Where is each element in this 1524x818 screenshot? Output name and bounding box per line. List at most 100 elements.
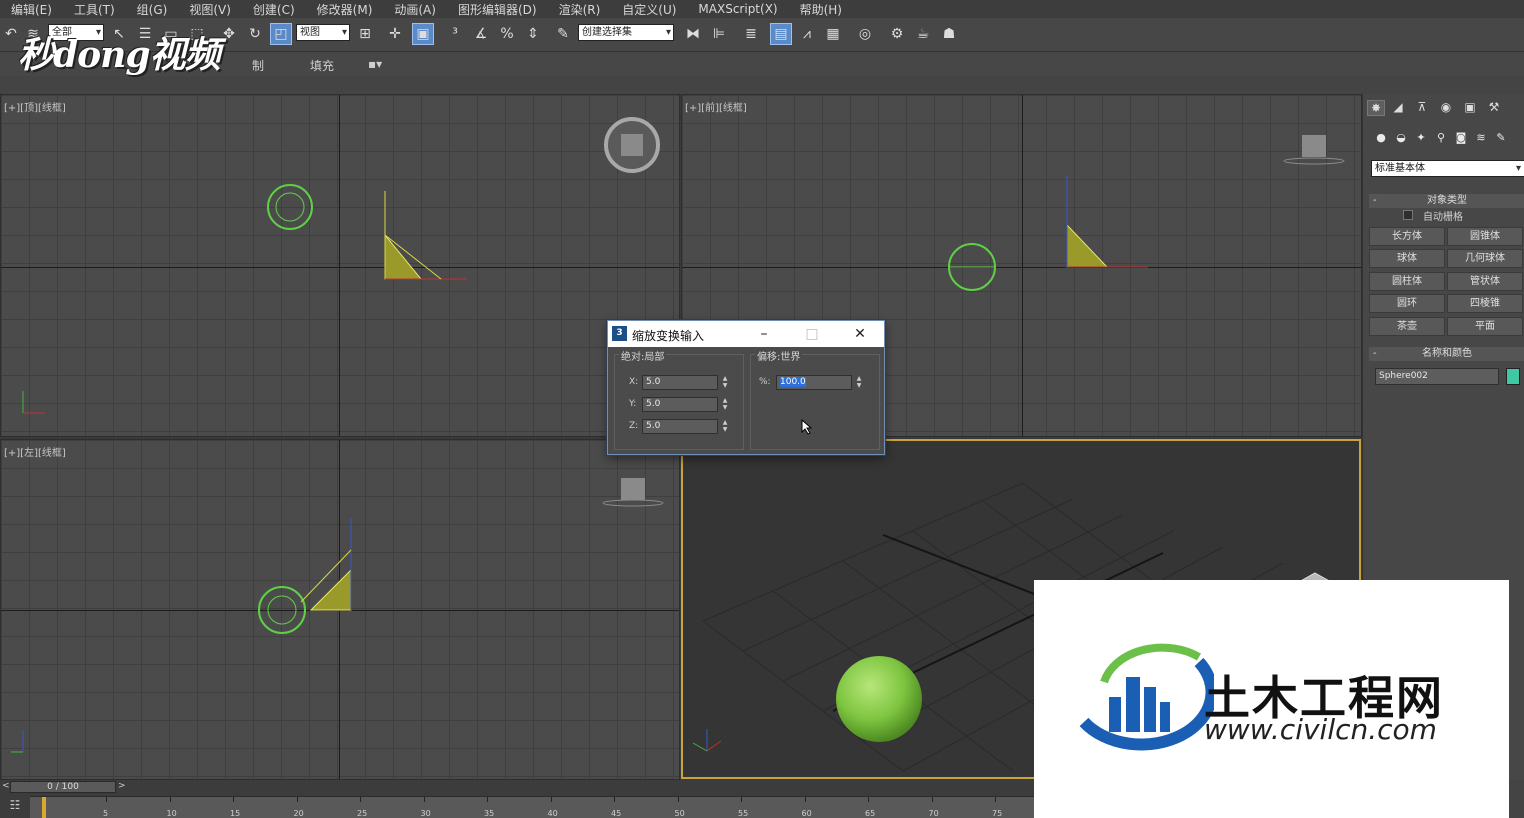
display-tab-icon[interactable]: ▣	[1461, 100, 1479, 116]
object-name-field[interactable]: Sphere002	[1375, 368, 1499, 385]
primitive-type-dropdown[interactable]: 标准基本体	[1371, 160, 1524, 177]
motion-tab-icon[interactable]: ◉	[1437, 100, 1455, 116]
viewport-top[interactable]: [+][顶][线框]	[0, 94, 680, 437]
autogrid-checkbox[interactable]	[1403, 210, 1413, 220]
civilcn-logo-icon	[1079, 643, 1214, 751]
tube-button[interactable]: 管状体	[1447, 272, 1523, 291]
scene-explorer-icon[interactable]: ▤	[770, 23, 792, 45]
sphere-button[interactable]: 球体	[1369, 249, 1445, 268]
teapot-button[interactable]: 茶壶	[1369, 317, 1445, 336]
menu-views[interactable]: 视图(V)	[178, 1, 242, 18]
scale-icon[interactable]: ◰	[270, 23, 292, 45]
collapse-icon: -	[1373, 195, 1377, 206]
scale-y-spinner-icon[interactable]: ▲ ▼	[721, 397, 729, 412]
object-type-rollout[interactable]: - 对象类型	[1369, 194, 1524, 208]
menu-customize[interactable]: 自定义(U)	[611, 1, 687, 18]
hierarchy-tab-icon[interactable]: ⊼	[1413, 100, 1431, 116]
render-production-icon[interactable]: ☗	[938, 23, 960, 45]
ribbon-tab-draw[interactable]: 制	[252, 57, 264, 74]
timeline-tick	[106, 797, 107, 802]
close-icon[interactable]: ✕	[848, 323, 872, 345]
curve-editor-icon[interactable]: ⩘	[796, 23, 818, 45]
sphere-shaded[interactable]	[836, 656, 922, 742]
cone-button[interactable]: 圆锥体	[1447, 227, 1523, 246]
rendered-frame-icon[interactable]: ☕	[912, 23, 934, 45]
shapes-icon[interactable]: ◒	[1393, 131, 1409, 145]
create-tab-icon[interactable]: ✸	[1367, 100, 1385, 116]
percent-snap-icon[interactable]: %	[496, 23, 518, 45]
scale-x-spinner-icon[interactable]: ▲ ▼	[721, 375, 729, 390]
reference-coord-select[interactable]: 视图	[296, 24, 350, 41]
edit-named-selection-icon[interactable]: ✎	[552, 23, 574, 45]
pivot-center-icon[interactable]: ⊞	[354, 23, 376, 45]
menu-group[interactable]: 组(G)	[126, 1, 179, 18]
material-editor-icon[interactable]: ◎	[854, 23, 876, 45]
sphere-wireframe[interactable]	[267, 184, 313, 230]
name-color-rollout[interactable]: - 名称和颜色	[1369, 347, 1524, 361]
site-url: www.civilcn.com	[1204, 713, 1437, 746]
viewport-left[interactable]: [+][左][线框]	[0, 439, 680, 780]
move-icon[interactable]: ✥	[218, 23, 240, 45]
space-warps-icon[interactable]: ≋	[1473, 131, 1489, 145]
systems-icon[interactable]: ✎	[1493, 131, 1509, 145]
cylinder-button[interactable]: 圆柱体	[1369, 272, 1445, 291]
viewcube-left[interactable]	[621, 478, 645, 500]
ribbon-toggle-icon[interactable]: ▪▾	[368, 57, 382, 71]
pyramid-button[interactable]: 四棱锥	[1447, 294, 1523, 313]
align-icon[interactable]: ⊫	[708, 23, 730, 45]
absolute-local-group: 绝对:局部 X: 5.0 ▲ ▼ Y: 5.0 ▲ ▼ Z: 5.0 ▲ ▼	[614, 348, 744, 450]
prev-frame-icon[interactable]: <	[2, 781, 10, 791]
lights-icon[interactable]: ✦	[1413, 131, 1429, 145]
minimize-icon[interactable]: –	[752, 323, 776, 345]
angle-snap-icon[interactable]: ∡	[470, 23, 492, 45]
cameras-icon[interactable]: ⚲	[1433, 131, 1449, 145]
helpers-icon[interactable]: ◙	[1453, 131, 1469, 145]
pyramid-wireframe[interactable]	[384, 233, 423, 280]
ribbon-tab-fill[interactable]: 填充	[310, 57, 334, 74]
offset-percent-spinner-icon[interactable]: ▲ ▼	[855, 375, 863, 390]
menu-graph-editors[interactable]: 图形编辑器(D)	[447, 1, 548, 18]
spinner-snap-icon[interactable]: ⇕	[522, 23, 544, 45]
menu-edit[interactable]: 编辑(E)	[0, 1, 63, 18]
scale-y-input[interactable]: 5.0	[642, 397, 718, 412]
geometry-icon[interactable]: ●	[1373, 131, 1389, 145]
mirror-icon[interactable]: ⧓	[682, 23, 704, 45]
menu-modifiers[interactable]: 修改器(M)	[306, 1, 384, 18]
schematic-view-icon[interactable]: ▦	[822, 23, 844, 45]
object-color-swatch[interactable]	[1506, 368, 1520, 385]
dialog-titlebar[interactable]: 3 缩放变换输入 – □ ✕	[608, 321, 884, 347]
select-manipulate-icon[interactable]: ✛	[384, 23, 406, 45]
scale-z-spinner-icon[interactable]: ▲ ▼	[721, 419, 729, 434]
pyramid-wireframe[interactable]	[1066, 223, 1109, 268]
named-selection-set-select[interactable]: 创建选择集	[578, 24, 674, 41]
menu-help[interactable]: 帮助(H)	[789, 1, 853, 18]
viewcube-front[interactable]	[1302, 135, 1326, 157]
menu-animation[interactable]: 动画(A)	[383, 1, 447, 18]
offset-percent-input[interactable]: 100.0	[776, 375, 852, 390]
offset-world-group: 偏移:世界 %: 100.0 ▲ ▼	[750, 348, 880, 450]
render-setup-icon[interactable]: ⚙	[886, 23, 908, 45]
timeline: < 0 / 100 > ☷ 5 10 15 20 25 30 35 40 45 50 55 60 65 7…	[0, 780, 1034, 818]
geosphere-button[interactable]: 几何球体	[1447, 249, 1523, 268]
utilities-tab-icon[interactable]: ⚒	[1485, 100, 1503, 116]
scale-x-input[interactable]: 5.0	[642, 375, 718, 390]
pyramid-wireframe[interactable]	[309, 568, 352, 611]
time-slider[interactable]: 0 / 100	[10, 781, 116, 793]
menu-maxscript[interactable]: MAXScript(X)	[687, 2, 788, 16]
menu-tools[interactable]: 工具(T)	[63, 1, 126, 18]
scale-z-input[interactable]: 5.0	[642, 419, 718, 434]
snap-toggle-icon[interactable]: ³	[444, 23, 466, 45]
timeline-track[interactable]: 5 10 15 20 25 30 35 40 45 50 55 60 65 70 75	[30, 796, 1034, 818]
keyboard-shortcut-icon[interactable]: ▣	[412, 23, 434, 45]
layer-manager-icon[interactable]: ≣	[740, 23, 762, 45]
sphere-wireframe[interactable]	[258, 586, 306, 634]
rotate-icon[interactable]: ↻	[244, 23, 266, 45]
mini-curve-editor-icon[interactable]: ☷	[4, 798, 26, 816]
modify-tab-icon[interactable]: ◢	[1389, 100, 1407, 116]
menu-create[interactable]: 创建(C)	[242, 1, 306, 18]
next-frame-icon[interactable]: >	[118, 781, 126, 791]
torus-button[interactable]: 圆环	[1369, 294, 1445, 313]
plane-button[interactable]: 平面	[1447, 317, 1523, 336]
menu-rendering[interactable]: 渲染(R)	[548, 1, 612, 18]
box-button[interactable]: 长方体	[1369, 227, 1445, 246]
